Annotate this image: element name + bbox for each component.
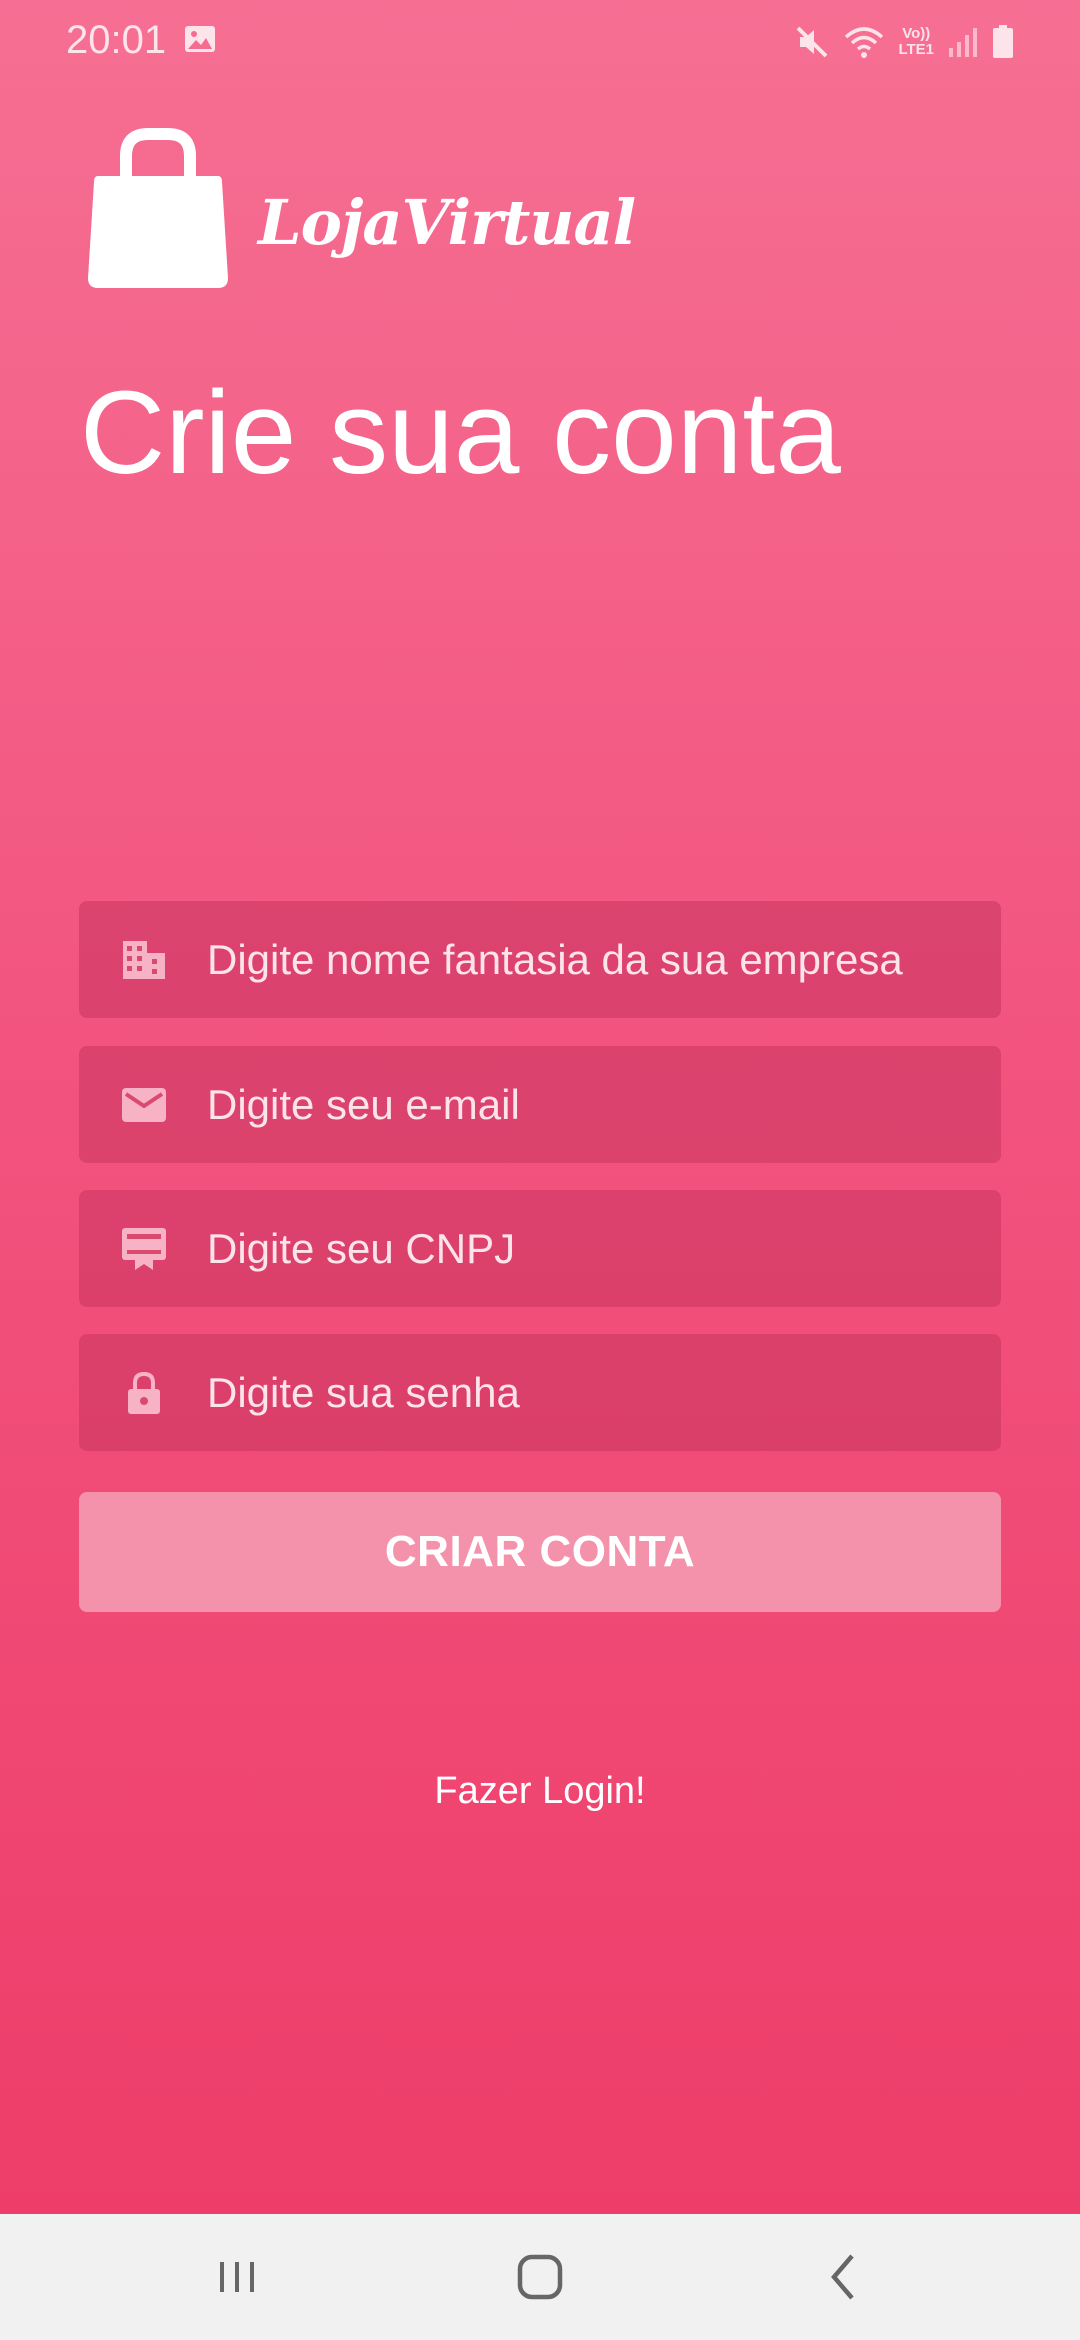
cnpj-field[interactable] xyxy=(79,1190,1001,1307)
lock-icon xyxy=(128,1372,160,1414)
status-icons: Vo)) LTE1 xyxy=(794,20,1014,64)
navigation-bar xyxy=(0,2214,1080,2340)
mail-icon xyxy=(122,1088,166,1122)
shopping-bag-icon xyxy=(88,128,228,288)
password-field[interactable] xyxy=(79,1334,1001,1451)
status-bar: 20:01 Vo)) LTE1 xyxy=(0,0,1080,80)
volte-bottom: LTE1 xyxy=(898,41,934,58)
volte-top: Vo)) xyxy=(902,25,931,42)
page-title: Crie sua conta xyxy=(80,367,841,499)
building-icon xyxy=(123,941,165,979)
signup-screen: 20:01 Vo)) LTE1 LojaVirtual Crie sua con… xyxy=(0,0,1080,2214)
wifi-icon xyxy=(845,27,884,58)
create-account-button[interactable]: CRIAR CONTA xyxy=(79,1492,1001,1612)
card-membership-icon xyxy=(122,1228,166,1270)
email-field[interactable] xyxy=(79,1046,1001,1163)
recent-apps-icon[interactable] xyxy=(202,2242,272,2312)
company-name-input[interactable] xyxy=(207,901,987,1018)
gallery-icon xyxy=(185,26,215,52)
brand-name: LojaVirtual xyxy=(258,186,636,259)
password-input[interactable] xyxy=(207,1334,987,1451)
login-link[interactable]: Fazer Login! xyxy=(0,1770,1080,1813)
signal-icon xyxy=(949,28,977,57)
volte-indicator: Vo)) LTE1 xyxy=(898,26,934,58)
email-input[interactable] xyxy=(207,1046,987,1163)
mute-icon xyxy=(797,26,828,58)
company-name-field[interactable] xyxy=(79,901,1001,1018)
cnpj-input[interactable] xyxy=(207,1190,987,1307)
battery-icon xyxy=(993,25,1013,58)
back-icon[interactable] xyxy=(808,2242,878,2312)
home-icon[interactable] xyxy=(505,2242,575,2312)
status-time: 20:01 xyxy=(66,18,167,62)
